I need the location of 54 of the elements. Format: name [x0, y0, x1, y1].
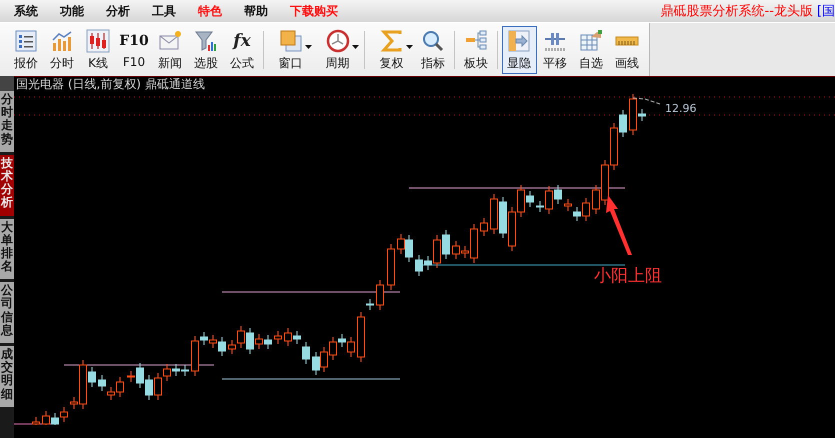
toolbar-button[interactable]: 报价 — [8, 26, 44, 74]
funnel-icon — [194, 28, 218, 52]
leader-line — [632, 98, 660, 104]
clock-icon — [326, 28, 350, 52]
candlestick — [274, 330, 282, 344]
candlestick — [480, 218, 488, 236]
menu-item[interactable]: 分析 — [98, 2, 138, 20]
menu-item[interactable]: 系统 — [6, 2, 46, 20]
sidebar-tab[interactable]: 技术分析 — [0, 154, 14, 216]
toolbar-button[interactable]: F10 F10 — [116, 26, 152, 74]
toolbar-button[interactable]: 显隐 — [502, 26, 536, 74]
arrow-icon — [606, 195, 632, 255]
caret-icon — [304, 44, 312, 48]
sidebar-tab[interactable]: 公司信息 — [0, 282, 14, 343]
toolbar-button[interactable]: 复权 — [368, 26, 414, 74]
candlestick — [376, 280, 384, 310]
toolbar-button[interactable]: 自选 — [574, 26, 608, 74]
search-icon — [421, 28, 445, 52]
toolbar-button[interactable]: 周期 — [314, 26, 360, 74]
formula-icon: fx — [233, 28, 251, 52]
menu-item[interactable]: 功能 — [52, 2, 92, 20]
price-label: 12.96 — [665, 102, 696, 115]
toolbar-button[interactable]: 画线 — [610, 26, 644, 74]
caret-icon — [406, 44, 412, 48]
app-title: 鼎砥股票分析系统--龙头版 [国 — [660, 3, 835, 20]
candlestick-icon — [86, 28, 110, 52]
annotation-text: 小阳上阻 — [594, 266, 662, 286]
chart-title: 国光电器 (日线,前复权) 鼎砥通道线 — [14, 76, 835, 92]
menu-item[interactable]: 帮助 — [236, 2, 276, 20]
toolbar-button[interactable]: 窗口 — [268, 26, 314, 74]
toolbar-button[interactable]: K线 — [80, 26, 116, 74]
candlestick — [32, 416, 40, 425]
caret-icon — [352, 44, 358, 48]
candlestick — [387, 244, 395, 290]
bar-chart-icon — [50, 28, 74, 52]
f10-icon: F10 — [119, 28, 149, 52]
list-icon — [14, 28, 38, 52]
toolbar-button[interactable]: 板块 — [458, 26, 494, 74]
sigma-icon — [380, 28, 404, 52]
sidebar-header — [0, 76, 14, 91]
tree-icon — [464, 28, 488, 52]
sidebar-tab[interactable]: 成交明细 — [0, 346, 14, 407]
toolbar-button[interactable]: 指标 — [416, 26, 450, 74]
toolbar-button[interactable]: 分时 — [44, 26, 80, 74]
toolbar-button[interactable]: 选股 — [188, 26, 224, 74]
toolbar-button[interactable]: 新闻 — [152, 26, 188, 74]
menu-item[interactable]: 工具 — [144, 2, 184, 20]
toolbar-button[interactable]: fx 公式 — [224, 26, 260, 74]
sidebar-tab[interactable]: 大单排名 — [0, 218, 14, 280]
table-icon — [579, 28, 603, 52]
windows-icon — [278, 28, 302, 52]
sidebar-tab[interactable]: 分时走势 — [0, 91, 14, 152]
envelope-icon — [158, 28, 182, 52]
toolbar-button[interactable]: 平移 — [538, 26, 572, 74]
